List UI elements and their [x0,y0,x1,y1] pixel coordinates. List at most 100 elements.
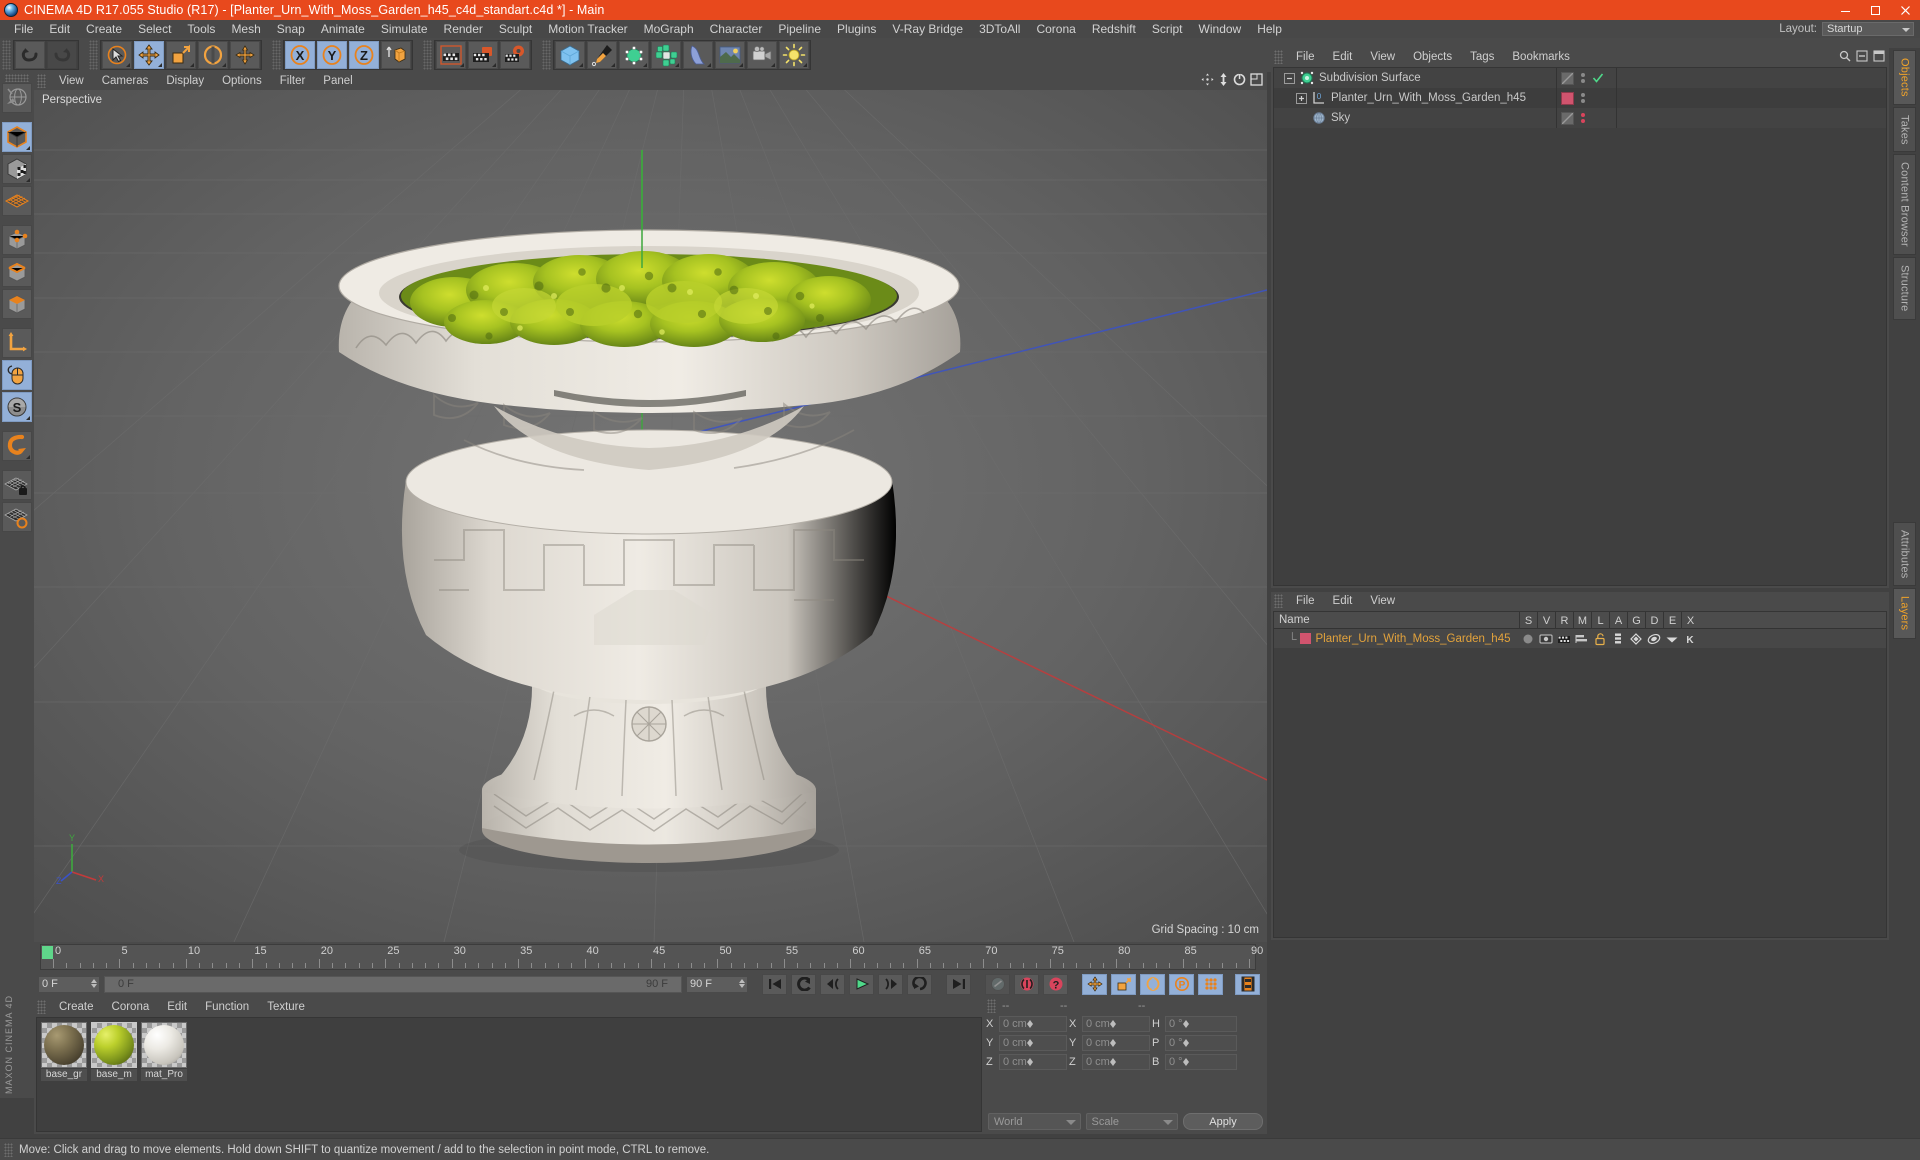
tab-takes[interactable]: Takes [1893,106,1916,153]
timeline-view-button[interactable] [1235,973,1260,995]
edges-mode-button[interactable] [2,257,32,287]
lock-workplane-button[interactable] [2,470,32,500]
menu-edit[interactable]: Edit [41,20,78,38]
spinner-icon[interactable] [1182,1039,1189,1047]
object-row-sky[interactable]: Sky [1274,108,1886,128]
layer-menu-edit[interactable]: Edit [1324,592,1362,610]
add-camera-button[interactable] [747,41,777,69]
polygons-mode-button[interactable] [2,289,32,319]
layer-col-d[interactable]: D [1645,612,1663,629]
visibility-dots-icon[interactable] [1581,73,1585,83]
menu-corona[interactable]: Corona [1028,20,1083,38]
autokeying-button[interactable] [1014,973,1039,995]
goto-end-button[interactable] [946,973,971,995]
object-menu-edit[interactable]: Edit [1324,48,1362,66]
viewport-menu-cameras[interactable]: Cameras [93,72,158,90]
toolbar-grip[interactable] [2,40,11,70]
coord-input-pos-y[interactable]: 0 cm [999,1035,1067,1051]
layer-col-r[interactable]: R [1555,612,1573,629]
axis-mode-button[interactable] [2,328,32,358]
material-item-mat-pro[interactable]: mat_Pro [141,1022,187,1081]
add-array-button[interactable] [651,41,681,69]
spinner-icon[interactable] [1026,1039,1033,1047]
apply-button[interactable]: Apply [1183,1113,1263,1130]
menu-sculpt[interactable]: Sculpt [491,20,540,38]
tag-slot-icon[interactable] [1561,71,1574,85]
left-toolbar-grip[interactable] [5,74,29,82]
close-button[interactable] [1890,0,1920,20]
object-menu-file[interactable]: File [1287,48,1324,66]
pla-key-button[interactable] [1198,973,1223,995]
record-active-objects-button[interactable] [985,973,1010,995]
menu-redshift[interactable]: Redshift [1084,20,1144,38]
add-cube-button[interactable] [555,41,585,69]
loop-button[interactable] [907,973,932,995]
minimize-button[interactable] [1830,0,1860,20]
toolbar-grip-3[interactable] [272,40,281,70]
collapse-icon[interactable] [1856,50,1868,62]
spinner-icon[interactable] [1182,1058,1189,1066]
tab-content-browser[interactable]: Content Browser [1893,154,1916,256]
coord-input-pos-z[interactable]: 0 cm [999,1054,1067,1070]
scale-tool-button[interactable] [166,41,196,69]
viewport-menu-panel[interactable]: Panel [314,72,361,90]
magnet-button[interactable] [2,431,32,461]
workplane-button[interactable] [2,502,32,532]
scale-key-button[interactable] [1111,973,1136,995]
viewport-menu-grip[interactable] [37,74,46,88]
material-manager-grip[interactable] [37,1000,46,1014]
material-preview-swatch[interactable] [41,1022,87,1068]
maximize-button[interactable] [1860,0,1890,20]
menu-window[interactable]: Window [1191,20,1250,38]
add-generator-button[interactable] [619,41,649,69]
coord-input-size-y[interactable]: 0 cm [1082,1035,1150,1051]
object-row-subdivision-surface[interactable]: Subdivision Surface [1274,68,1886,88]
spinner-icon[interactable] [1026,1058,1033,1066]
toolbar-grip-4[interactable] [423,40,432,70]
menu-render[interactable]: Render [436,20,491,38]
material-menu-texture[interactable]: Texture [258,998,314,1016]
layer-color-swatch[interactable] [1299,633,1311,644]
render-view-button[interactable] [436,41,466,69]
layer-col-v[interactable]: V [1537,612,1555,629]
layer-manager-grip[interactable] [1274,594,1283,608]
coordinate-system-dropdown[interactable]: World [988,1113,1081,1130]
coord-input-size-z[interactable]: 0 cm [1082,1054,1150,1070]
render-to-picture-viewer-button[interactable] [468,41,498,69]
expander-plus-icon[interactable] [1296,92,1307,104]
coordinates-grip[interactable] [987,999,996,1013]
object-manager-grip[interactable] [1274,50,1283,64]
tag-slot-icon-3[interactable] [1561,111,1574,125]
world-object-coord-button[interactable] [381,41,411,69]
viewport-menu-options[interactable]: Options [213,72,271,90]
rotate-tool-button[interactable] [198,41,228,69]
object-menu-tags[interactable]: Tags [1461,48,1503,66]
current-time-marker[interactable] [42,946,53,959]
rotate-view-icon[interactable] [1233,73,1246,86]
current-frame-field[interactable]: 0 F [38,975,100,993]
material-menu-corona[interactable]: Corona [103,998,159,1016]
menu-mograph[interactable]: MoGraph [636,20,702,38]
object-row-planter-urn[interactable]: 0 Planter_Urn_With_Moss_Garden_h45 [1274,88,1886,108]
layer-visible-icon[interactable] [1539,632,1553,646]
viewport-menu-view[interactable]: View [50,72,93,90]
move-tool-button[interactable] [134,41,164,69]
step-back-keyframe-button[interactable] [791,973,816,995]
visibility-dots-icon-3[interactable] [1581,113,1585,123]
menu-file[interactable]: File [6,20,41,38]
object-menu-objects[interactable]: Objects [1404,48,1461,66]
coord-input-rot-p[interactable]: 0 ° [1165,1035,1237,1051]
visibility-dots-icon-2[interactable] [1581,93,1585,103]
spinner-icon[interactable] [1182,1020,1189,1028]
menu-pipeline[interactable]: Pipeline [770,20,829,38]
menu-character[interactable]: Character [702,20,771,38]
layer-col-e[interactable]: E [1663,612,1681,629]
menu-tools[interactable]: Tools [179,20,223,38]
layer-col-l[interactable]: L [1591,612,1609,629]
layer-deformer-icon[interactable] [1647,632,1661,646]
keyframe-selection-button[interactable]: ? [1043,973,1068,995]
coord-input-pos-x[interactable]: 0 cm [999,1016,1067,1032]
add-light-button[interactable] [779,41,809,69]
menu-snap[interactable]: Snap [269,20,313,38]
expander-minus-icon[interactable] [1284,72,1295,84]
